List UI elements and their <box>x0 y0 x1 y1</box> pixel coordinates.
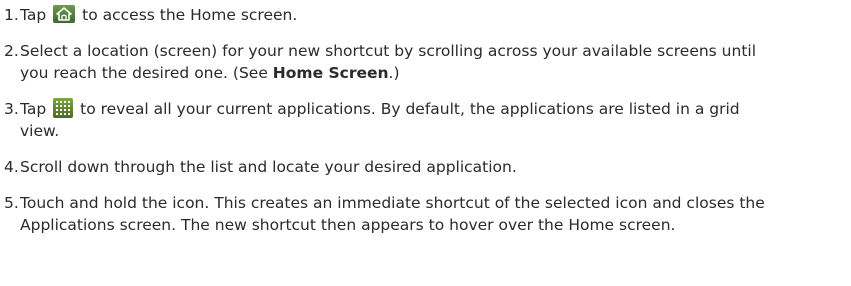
step-3: 3. Tap to reveal all your current applic… <box>4 98 849 142</box>
step-2: 2. Select a location (screen) for your n… <box>4 40 849 84</box>
home-icon <box>53 5 76 23</box>
step-number: 3. <box>4 100 19 118</box>
step-text-line-1: Touch and hold the icon. This creates an… <box>20 194 765 212</box>
step-text-line-2: you reach the desired one. (See Home Scr… <box>20 64 400 82</box>
instruction-steps: 1. Tap to access the Home screen. 2. Sel… <box>0 0 849 236</box>
applications-grid-icon <box>53 98 74 118</box>
step-text-line-2: Applications screen. The new shortcut th… <box>20 216 676 234</box>
step-number: 4. <box>4 158 19 176</box>
step-5: 5. Touch and hold the icon. This creates… <box>4 192 849 236</box>
step-number: 2. <box>4 42 19 60</box>
step-text: Scroll down through the list and locate … <box>20 158 517 176</box>
step-4: 4. Scroll down through the list and loca… <box>4 156 849 178</box>
step-1: 1. Tap to access the Home screen. <box>4 4 849 26</box>
step-number: 1. <box>4 6 19 24</box>
step-text: Tap to access the Home screen. <box>20 5 298 24</box>
step-number: 5. <box>4 194 19 212</box>
home-screen-reference: Home Screen <box>272 64 389 82</box>
step-text-line-1: Select a location (screen) for your new … <box>20 42 757 60</box>
step-text-line-1: Tap to reveal all your current applicati… <box>20 98 740 118</box>
step-text-line-2: view. <box>20 122 60 140</box>
